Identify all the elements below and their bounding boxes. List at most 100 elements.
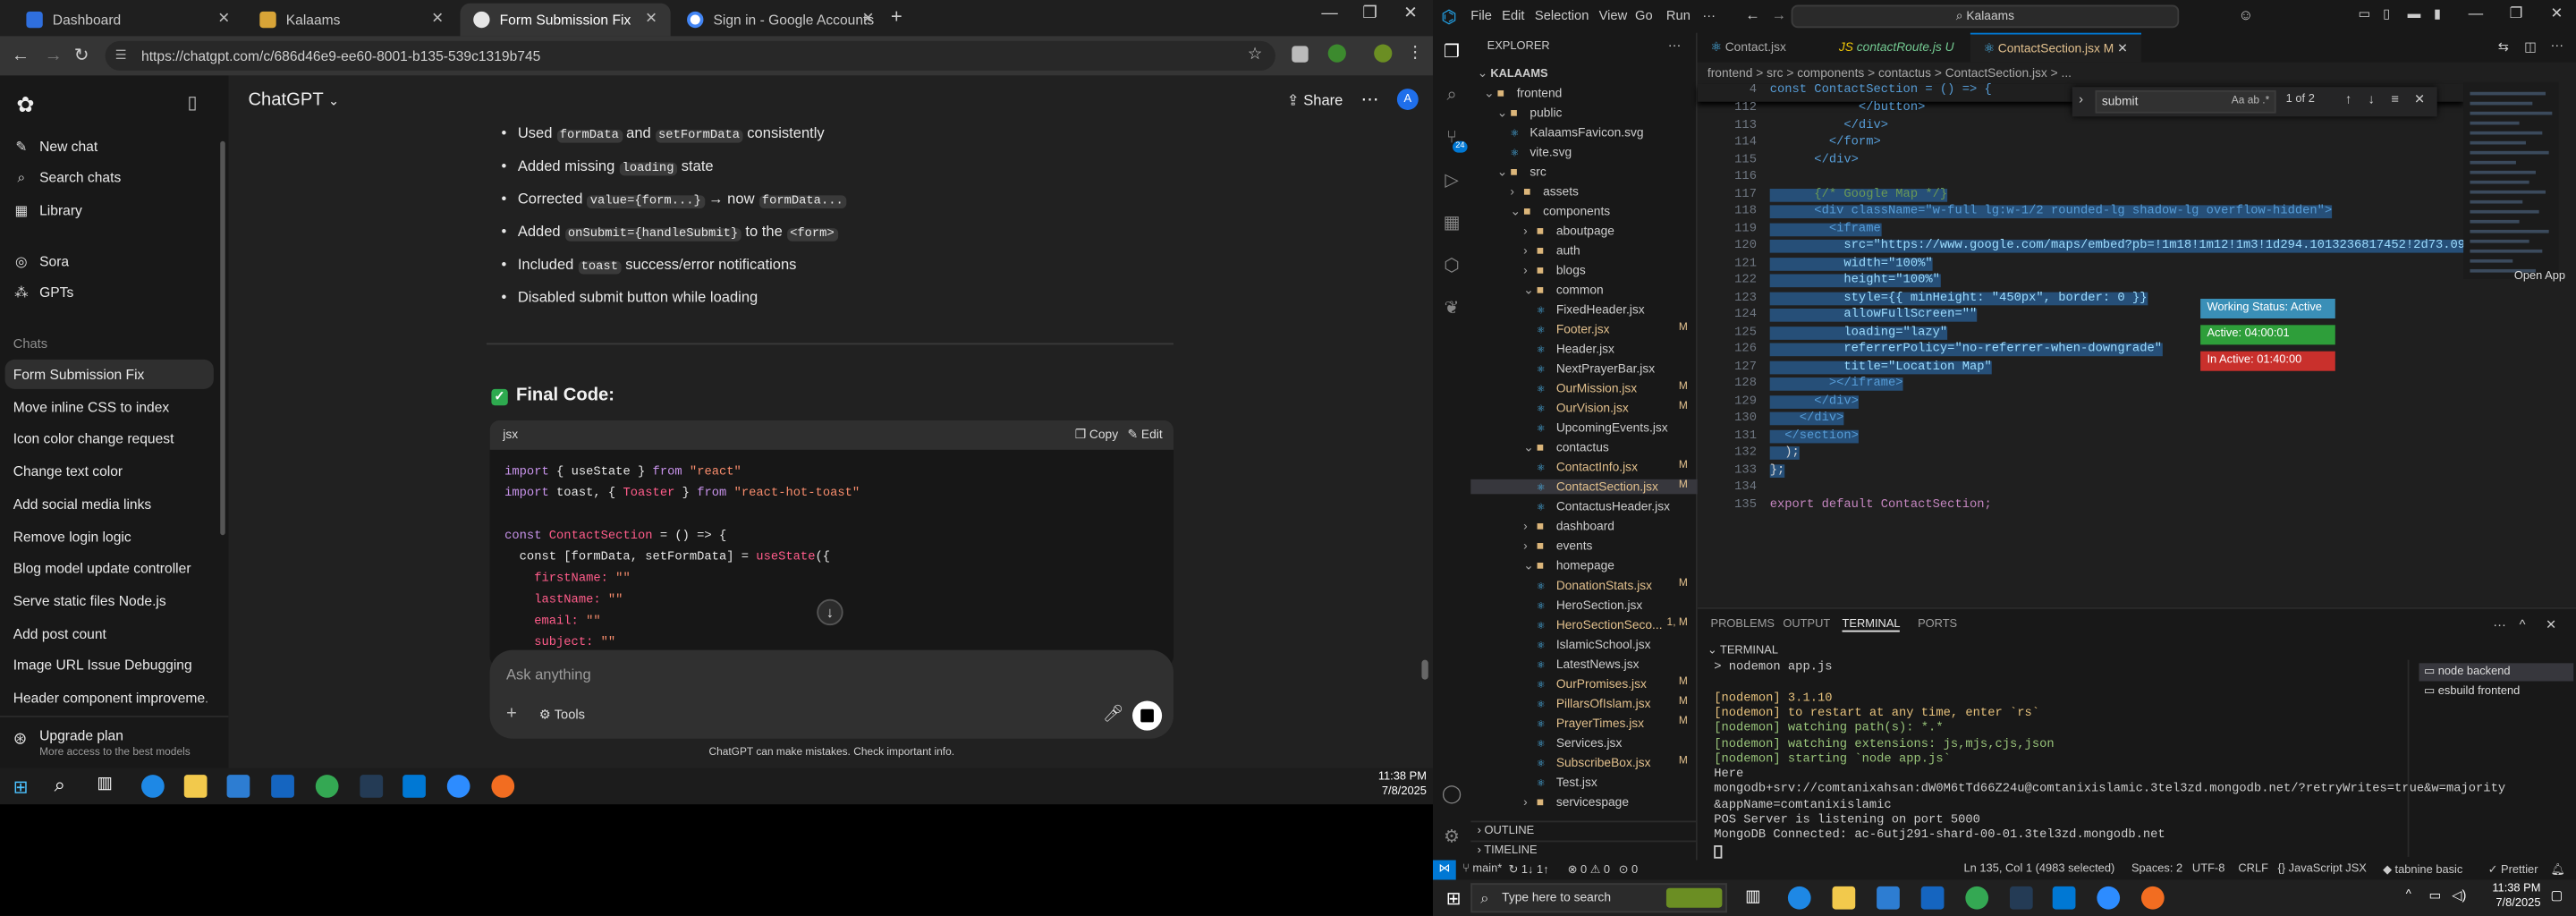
problems-status[interactable]: ⊗ 0 ⚠ 0 xyxy=(1568,863,1610,877)
network-icon[interactable]: ▭ xyxy=(2429,888,2442,903)
eol-status[interactable]: CRLF xyxy=(2238,863,2268,875)
search-icon[interactable]: ⌕ xyxy=(55,773,65,798)
open-app-button[interactable]: Open App xyxy=(2470,271,2565,291)
minimap[interactable] xyxy=(2463,81,2559,279)
file-item[interactable]: ⚛ Footer.jsx M xyxy=(1470,322,1698,337)
menu-view[interactable]: View xyxy=(1599,8,1628,23)
stop-button[interactable] xyxy=(1132,700,1163,731)
maximize-panel-icon[interactable]: ^ xyxy=(2520,617,2526,632)
menu-file[interactable]: File xyxy=(1470,8,1492,23)
file-item[interactable]: ⚛ FixedHeader.jsx xyxy=(1470,302,1698,318)
more-menu-icon[interactable]: ··· xyxy=(1702,8,1716,23)
menu-go[interactable]: Go xyxy=(1635,8,1653,23)
outline-section[interactable]: › OUTLINE xyxy=(1470,820,1698,841)
previous-match-icon[interactable]: ↑ xyxy=(2345,92,2351,107)
chrome-icon[interactable] xyxy=(315,775,339,798)
chat-item[interactable]: Blog model update controller xyxy=(13,560,208,576)
remote-icon[interactable]: ⋈ xyxy=(1433,860,1456,880)
minimize-icon[interactable]: — xyxy=(2469,5,2484,21)
next-match-icon[interactable]: ↓ xyxy=(2368,92,2375,107)
match-case-icon[interactable]: Aa ab .* xyxy=(2232,92,2270,112)
file-item[interactable]: ⚛ PrayerTimes.jsx M xyxy=(1470,716,1698,731)
sidebar-item-gpts[interactable]: ⁂ GPTs xyxy=(13,284,208,301)
profile-avatar[interactable] xyxy=(1374,44,1393,63)
close-window-icon[interactable]: ✕ xyxy=(2551,5,2563,23)
postman-icon[interactable] xyxy=(491,775,515,798)
app-icon[interactable] xyxy=(2009,886,2033,910)
language-mode[interactable]: {} JavaScript JSX xyxy=(2277,863,2366,875)
cursor-position[interactable]: Ln 135, Col 1 (4983 selected) xyxy=(1964,863,2115,875)
edge-icon[interactable] xyxy=(141,775,165,798)
minimize-icon[interactable]: — xyxy=(1321,5,1337,23)
back-icon[interactable]: ← xyxy=(1745,6,1760,22)
file-explorer-icon[interactable] xyxy=(1832,886,1856,910)
find-input[interactable]: submit Aa ab .* xyxy=(2095,89,2276,114)
volume-icon[interactable]: ◁) xyxy=(2452,888,2466,903)
model-selector[interactable]: ChatGPT ⌄ xyxy=(248,90,339,110)
sidebar-item-sora[interactable]: ◎ Sora xyxy=(13,253,208,271)
toggle-sidebar-icon[interactable]: ▯ xyxy=(2383,6,2390,21)
chat-item[interactable]: Add post count xyxy=(13,625,208,641)
folder-item[interactable]: ⌄ ■ contactus xyxy=(1470,440,1698,455)
close-icon[interactable]: ✕ xyxy=(431,10,444,28)
chat-item[interactable]: Remove login logic xyxy=(13,529,208,545)
address-bar[interactable]: ☰ https://chatgpt.com/c/686d46e9-ee60-80… xyxy=(105,40,1275,71)
chat-item[interactable]: Form Submission Fix xyxy=(13,366,208,382)
file-item[interactable]: ⚛ UpcomingEvents.jsx xyxy=(1470,420,1698,436)
new-tab-icon[interactable]: + xyxy=(891,5,902,29)
file-item[interactable]: ⚛ DonationStats.jsx M xyxy=(1470,578,1698,593)
close-icon[interactable]: ✕ xyxy=(2117,41,2128,56)
tab-ports[interactable]: PORTS xyxy=(1918,619,1957,631)
file-item[interactable]: ⚛ Test.jsx xyxy=(1470,775,1698,790)
notifications-bell-icon[interactable]: 🔔︎ xyxy=(2551,863,2565,877)
tab-form-submission-fix[interactable]: Form Submission Fix ✕ xyxy=(460,3,671,37)
file-item[interactable]: ⚛ OurVision.jsx M xyxy=(1470,401,1698,416)
toggle-panel-icon[interactable]: ▬ xyxy=(2408,6,2421,21)
notification-center-icon[interactable]: ▢ xyxy=(2551,888,2563,903)
file-item[interactable]: ⚛ ContactusHeader.jsx xyxy=(1470,499,1698,514)
file-item[interactable]: ⚛ HeroSection.jsx xyxy=(1470,598,1698,613)
file-item[interactable]: ⚛ PillarsOfIslam.jsx M xyxy=(1470,696,1698,711)
task-view-icon[interactable]: ▥ xyxy=(1745,888,1760,906)
more-actions-icon[interactable]: ··· xyxy=(2551,38,2564,53)
store-icon[interactable] xyxy=(226,775,250,798)
chat-item[interactable]: Move inline CSS to index xyxy=(13,399,208,415)
timeline-section[interactable]: › TIMELINE xyxy=(1470,840,1698,861)
zoom-icon[interactable] xyxy=(2097,886,2121,910)
command-center-search[interactable]: ⌕ Kalaams xyxy=(1791,4,2180,29)
tab-output[interactable]: OUTPUT xyxy=(1783,619,1830,631)
breadcrumb[interactable]: frontend > src > components > contactus … xyxy=(1707,65,2072,81)
scroll-down-button[interactable]: ↓ xyxy=(817,598,843,626)
windows-start-icon[interactable]: ⊞ xyxy=(13,776,29,798)
chat-item[interactable]: Serve static files Node.js xyxy=(13,592,208,608)
prettier-status[interactable]: ✓ Prettier xyxy=(2488,863,2538,877)
mail-icon[interactable] xyxy=(1920,886,1945,910)
file-item[interactable]: ⚛ Header.jsx xyxy=(1470,342,1698,357)
folder-item[interactable]: › ■ assets xyxy=(1470,184,1698,199)
tab-google-signin[interactable]: Sign in - Google Accounts ✕ xyxy=(674,4,887,37)
folder-item[interactable]: ⌄ ■ components xyxy=(1470,204,1698,219)
extensions-icon[interactable]: ▦ xyxy=(1441,214,1462,235)
reload-icon[interactable]: ↻ xyxy=(74,45,89,68)
file-item[interactable]: ⚛ SubscribeBox.jsx M xyxy=(1470,755,1698,770)
workspace-root[interactable]: ⌄ KALAAMS xyxy=(1478,65,1548,81)
sidebar-item-library[interactable]: ▦ Library xyxy=(13,202,208,220)
forward-icon[interactable]: → xyxy=(45,45,63,68)
chat-item[interactable]: Header component improveme... xyxy=(13,690,208,706)
more-options-icon[interactable]: ⋯ xyxy=(1360,89,1378,110)
more-actions-icon[interactable]: ··· xyxy=(1668,38,1682,53)
site-info-icon[interactable]: ☰ xyxy=(115,41,127,71)
tab-contact-jsx[interactable]: ⚛ Contact.jsx xyxy=(1698,33,1826,63)
app-icon[interactable] xyxy=(360,775,384,798)
folder-item[interactable]: › ■ dashboard xyxy=(1470,519,1698,534)
terminal-session-node[interactable]: ▭ node backend xyxy=(2419,663,2574,682)
maximize-icon[interactable]: ❐ xyxy=(2510,5,2523,23)
toggle-sidebar-icon[interactable]: ▯ xyxy=(187,92,197,114)
windows-start-icon[interactable]: ⊞ xyxy=(1446,888,1462,910)
postman-icon[interactable] xyxy=(2140,886,2165,910)
tab-terminal[interactable]: TERMINAL xyxy=(1842,619,1901,632)
file-item[interactable]: ⚛ IslamicSchool.jsx xyxy=(1470,637,1698,652)
sidebar-scrollbar[interactable] xyxy=(220,140,225,536)
find-in-selection-icon[interactable]: ≡ xyxy=(2391,92,2399,107)
close-find-icon[interactable]: ✕ xyxy=(2414,92,2425,107)
